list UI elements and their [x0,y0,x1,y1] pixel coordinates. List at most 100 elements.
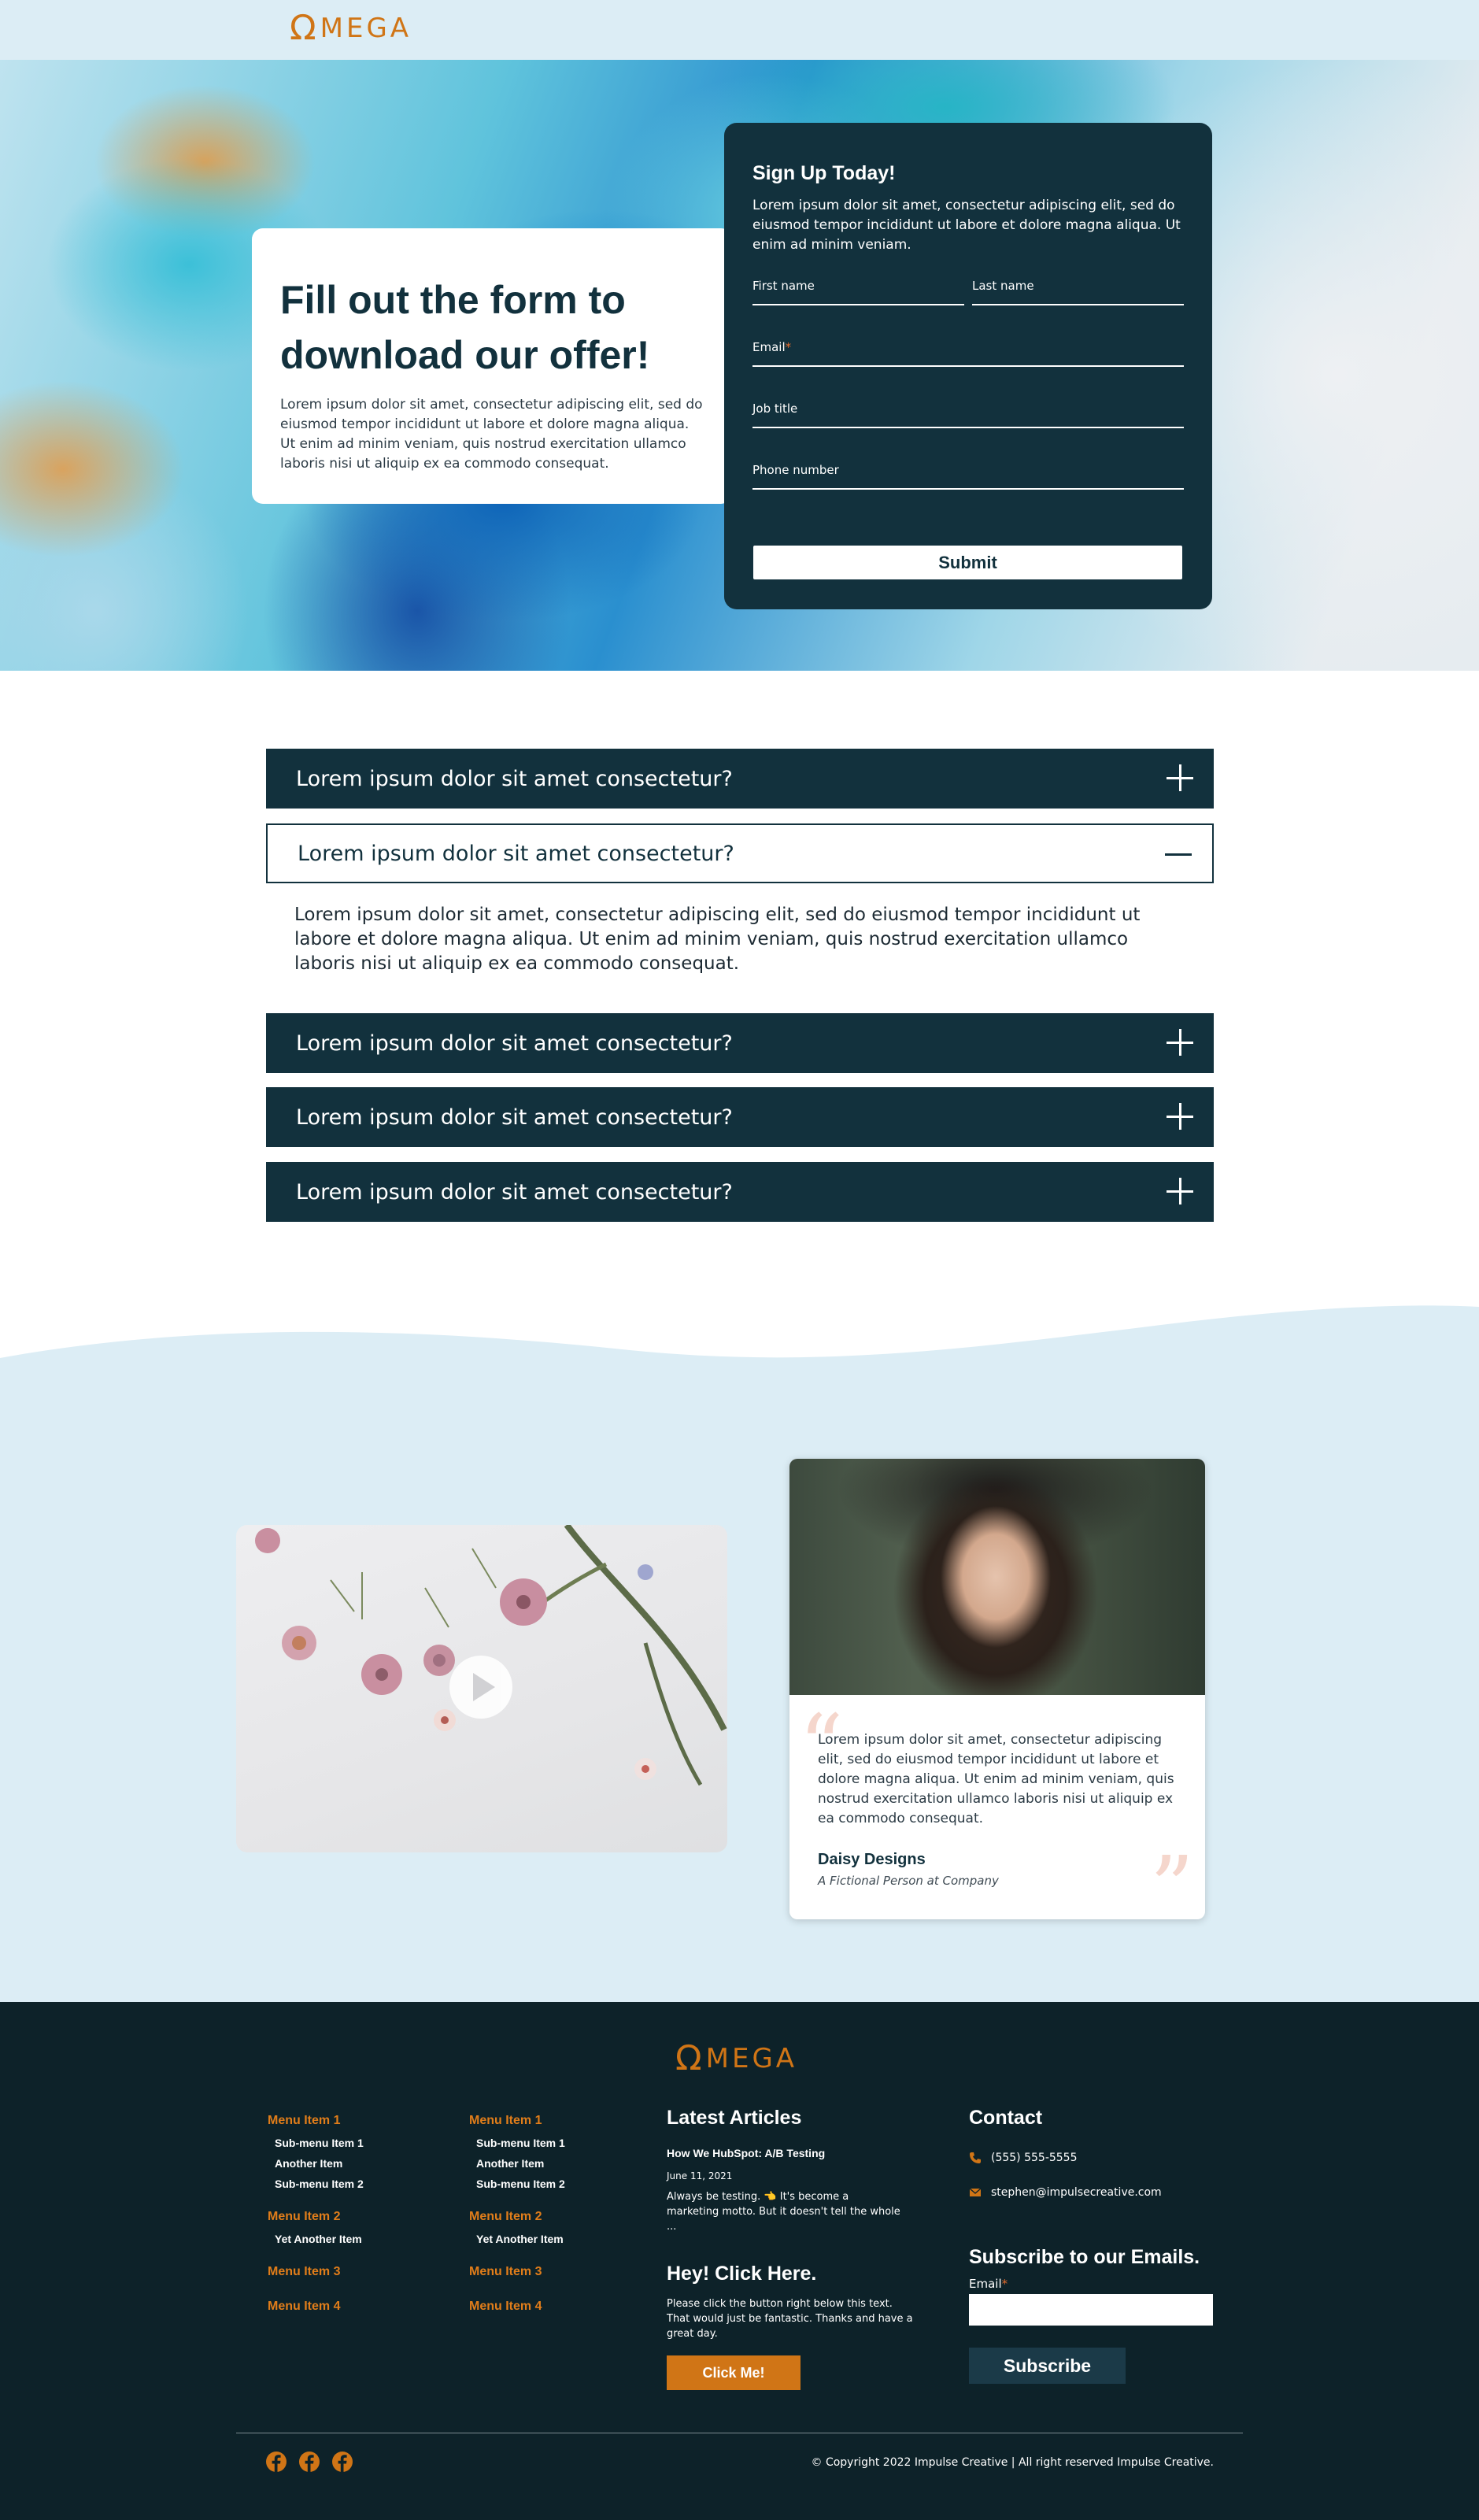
submenu-item[interactable]: Another Item [476,2153,627,2174]
first-name-label: First name [752,279,815,293]
cta-text: Please click the button right below this… [667,2298,913,2340]
email-field[interactable]: Email* [752,324,1184,367]
articles-heading: Latest Articles [667,2107,802,2129]
menu-item[interactable]: Menu Item 2 [268,2210,425,2224]
faq-answer: Lorem ipsum dolor sit amet, consectetur … [294,905,1141,974]
video-thumbnail[interactable] [236,1525,727,1852]
faq-item-3[interactable]: Lorem ipsum dolor sit amet consectetur? [266,1013,1214,1073]
logo-wordmark: MEGA [320,13,412,44]
click-me-button[interactable]: Click Me! [667,2355,801,2390]
menu-item[interactable]: Menu Item 4 [268,2300,425,2314]
newsletter-email-label-text: Email [969,2277,1002,2291]
footer-menu-1: Menu Item 1 Sub-menu Item 1 Another Item… [268,2114,425,2318]
required-mark: * [1001,2277,1008,2291]
faq-item-1[interactable]: Lorem ipsum dolor sit amet consectetur? [266,749,1214,809]
social-links [265,2451,353,2473]
last-name-label: Last name [972,279,1034,293]
menu-item[interactable]: Menu Item 2 [469,2210,627,2224]
logo-wordmark: MEGA [705,2043,798,2074]
faq-item-5[interactable]: Lorem ipsum dolor sit amet consectetur? [266,1162,1214,1222]
signup-title: Sign Up Today! [752,162,896,184]
contact-phone[interactable]: (555) 555-5555 [969,2152,1221,2164]
faq-item-4[interactable]: Lorem ipsum dolor sit amet consectetur? [266,1087,1214,1147]
faq-question: Lorem ipsum dolor sit amet consectetur? [296,1031,733,1056]
testimonial-card: “ Lorem ipsum dolor sit amet, consectetu… [789,1459,1205,1919]
testimonial-role: A Fictional Person at Company [818,1874,999,1888]
newsletter-heading: Subscribe to our Emails. [969,2246,1200,2268]
submenu-item[interactable]: Yet Another Item [476,2229,627,2249]
footer-logo[interactable]: Ω MEGA [675,2041,797,2076]
testimonial-quote: Lorem ipsum dolor sit amet, consectetur … [818,1732,1174,1826]
article-title-link[interactable]: How We HubSpot: A/B Testing [667,2147,926,2159]
faq-question: Lorem ipsum dolor sit amet consectetur? [296,1105,733,1130]
faq-question: Lorem ipsum dolor sit amet consectetur? [296,1179,733,1204]
facebook-icon[interactable] [331,2451,353,2473]
copyright-text: © Copyright 2022 Impulse Creative | All … [811,2456,1215,2469]
plus-icon [1167,1178,1193,1204]
submenu-item[interactable]: Yet Another Item [275,2229,425,2249]
site-logo[interactable]: Ω MEGA [290,11,412,46]
testimonial-photo [789,1459,1205,1695]
facebook-icon[interactable] [298,2451,320,2473]
plus-icon [1167,1029,1193,1056]
email-label: Email [752,340,786,354]
media-section [0,1291,1479,2002]
subscribe-button[interactable]: Subscribe [969,2348,1126,2384]
submenu-item[interactable]: Sub-menu Item 2 [275,2174,425,2194]
menu-item[interactable]: Menu Item 4 [469,2300,627,2314]
phone-number: (555) 555-5555 [991,2152,1078,2164]
submit-button[interactable]: Submit [753,546,1182,579]
hero-section: Fill out the form to download our offer!… [0,60,1479,671]
cta-heading: Hey! Click Here. [667,2263,817,2285]
article-date: June 11, 2021 [667,2170,733,2181]
plus-icon [1167,1103,1193,1130]
newsletter-email-input[interactable] [969,2294,1213,2326]
wave-background [0,1305,1479,2002]
minus-icon [1165,841,1192,868]
contact-block: Contact (555) 555-5555 stephen@impulsecr… [969,2107,1221,2384]
required-mark: * [785,340,792,354]
submenu-item[interactable]: Sub-menu Item 2 [476,2174,627,2194]
footer-menu-2: Menu Item 1 Sub-menu Item 1 Another Item… [469,2114,627,2318]
play-icon[interactable] [449,1656,512,1719]
testimonial-name: Daisy Designs [818,1851,926,1868]
site-footer: Ω MEGA Menu Item 1 Sub-menu Item 1 Anoth… [0,2002,1479,2520]
faq-item-2[interactable]: Lorem ipsum dolor sit amet consectetur? [266,823,1214,883]
job-title-label: Job title [752,401,798,416]
phone-field[interactable]: Phone number [752,447,1184,490]
signup-fields: First name Last name Email* Job title Ph… [752,263,1184,490]
envelope-icon [969,2186,982,2199]
omega-logo-icon: Ω [290,8,319,48]
site-header: Ω MEGA [0,0,1479,60]
plus-icon [1167,764,1193,791]
contact-heading: Contact [969,2107,1043,2129]
article-excerpt: Always be testing. 👈 It's become a marke… [667,2191,900,2233]
contact-email[interactable]: stephen@impulsecreative.com [969,2186,1221,2199]
menu-item[interactable]: Menu Item 1 [469,2114,627,2128]
signup-form: Sign Up Today! Lorem ipsum dolor sit ame… [724,123,1212,609]
phone-icon [969,2152,982,2164]
menu-item[interactable]: Menu Item 3 [268,2265,425,2279]
submenu-item[interactable]: Sub-menu Item 1 [476,2133,627,2153]
latest-articles: Latest Articles How We HubSpot: A/B Test… [667,2107,926,2390]
hero-title: Fill out the form to download our offer! [280,278,650,377]
omega-logo-icon: Ω [675,2038,704,2078]
faq-question: Lorem ipsum dolor sit amet consectetur? [296,766,733,791]
job-title-field[interactable]: Job title [752,386,1184,428]
hero-text: Lorem ipsum dolor sit amet, consectetur … [280,397,703,472]
newsletter-email-label: Email* [969,2277,1221,2291]
facebook-icon[interactable] [265,2451,287,2473]
name-row: First name Last name [752,263,1184,305]
menu-item[interactable]: Menu Item 3 [469,2265,627,2279]
submenu-item[interactable]: Another Item [275,2153,425,2174]
hero-offer-card: Fill out the form to download our offer!… [252,228,732,504]
phone-label: Phone number [752,463,839,477]
faq-question: Lorem ipsum dolor sit amet consectetur? [298,841,734,866]
last-name-field[interactable]: Last name [972,263,1184,305]
close-quote-icon: ” [1149,1837,1194,1919]
signup-text: Lorem ipsum dolor sit amet, consectetur … [752,198,1181,253]
email-address: stephen@impulsecreative.com [991,2186,1162,2199]
first-name-field[interactable]: First name [752,263,964,305]
submenu-item[interactable]: Sub-menu Item 1 [275,2133,425,2153]
menu-item[interactable]: Menu Item 1 [268,2114,425,2128]
